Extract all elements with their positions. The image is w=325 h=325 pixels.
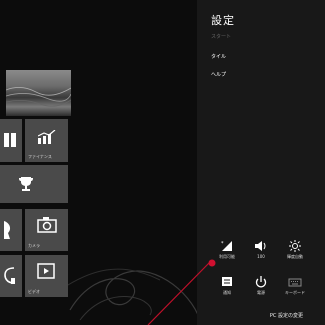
newspaper-icon xyxy=(4,133,16,147)
menu-item-tiles[interactable]: タイル xyxy=(211,53,226,60)
finance-tile[interactable]: ファイナンス xyxy=(25,119,68,162)
brightness-setting-button[interactable]: 輝度自動 xyxy=(281,240,309,268)
play-icon xyxy=(37,263,55,279)
menu-item-help[interactable]: ヘルプ xyxy=(211,71,226,78)
network-label: 利用可能 xyxy=(219,254,235,259)
news-tile[interactable] xyxy=(0,119,22,162)
power-label: 電源 xyxy=(257,290,265,295)
keyboard-setting-button[interactable]: キーボード xyxy=(281,276,309,304)
people-tile[interactable] xyxy=(0,209,22,251)
camera-icon xyxy=(37,217,57,233)
power-icon xyxy=(255,276,267,288)
notifications-setting-button[interactable]: 通知 xyxy=(213,276,241,304)
volume-label: 100 xyxy=(257,254,265,259)
notifications-label: 通知 xyxy=(223,290,231,295)
svg-text:*: * xyxy=(221,241,224,247)
start-screen: ファイナンス カメラ ビデオ xyxy=(0,0,201,325)
brightness-label: 輝度自動 xyxy=(287,254,303,259)
volume-setting-button[interactable]: 100 xyxy=(247,240,275,268)
menu-item-start[interactable]: スタート xyxy=(211,33,231,40)
keyboard-icon xyxy=(288,278,302,287)
pc-settings-link[interactable]: PC 設定の変更 xyxy=(270,312,303,319)
wifi-signal-icon: * xyxy=(221,241,232,251)
finance-tile-label: ファイナンス xyxy=(28,154,52,159)
headphones-icon xyxy=(4,267,15,284)
chart-icon xyxy=(38,130,56,144)
brightness-icon xyxy=(289,240,301,252)
sports-tile[interactable] xyxy=(0,165,68,203)
notifications-icon xyxy=(222,277,232,286)
volume-icon xyxy=(255,241,266,251)
panel-title: 設定 xyxy=(211,14,235,27)
power-setting-button[interactable]: 電源 xyxy=(247,276,275,304)
person-icon xyxy=(4,221,11,239)
video-tile-label: ビデオ xyxy=(28,289,40,294)
background-swirl-pattern xyxy=(60,268,201,321)
network-setting-button[interactable]: * 利用可能 xyxy=(213,240,241,268)
music-tile[interactable] xyxy=(0,255,22,297)
keyboard-label: キーボード xyxy=(285,290,305,295)
camera-tile[interactable]: カメラ xyxy=(25,209,68,251)
video-tile[interactable]: ビデオ xyxy=(25,255,68,297)
settings-charm-panel: 設定 スタート タイル ヘルプ * 利用可能 100 輝度自動 通知 電源 キー… xyxy=(197,0,325,325)
photo-tile[interactable] xyxy=(6,70,71,116)
camera-tile-label: カメラ xyxy=(28,243,40,248)
trophy-icon xyxy=(19,177,33,191)
